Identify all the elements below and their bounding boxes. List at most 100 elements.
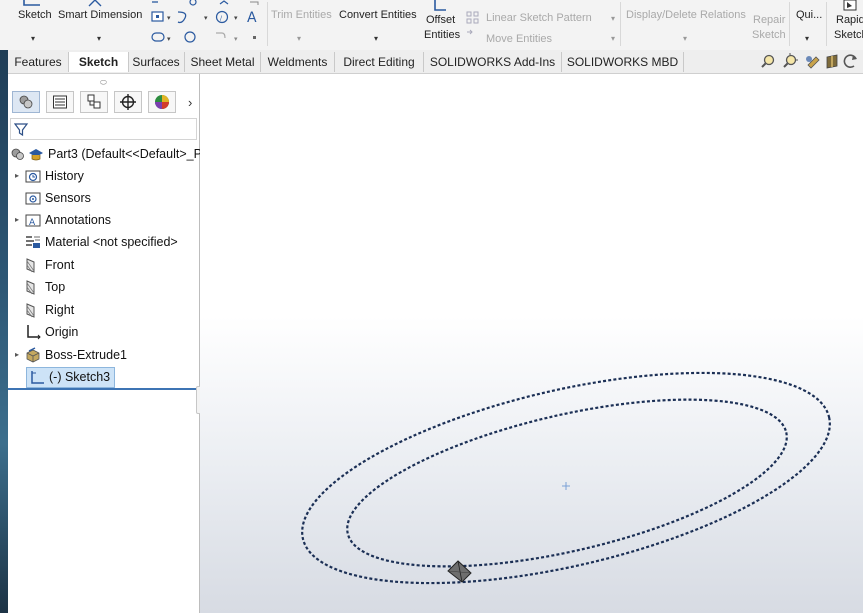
tree-item-material[interactable]: Material <not specified> [25, 232, 178, 252]
command-manager-ribbon: Sketch ▾ Smart Dimension ▾ ▾ ▾ / ▾ A ▾ ▾… [0, 0, 863, 51]
ribbon-separator [789, 2, 790, 46]
tree-item-label: Annotations [45, 213, 112, 227]
tree-item-history[interactable]: ▸ History [12, 166, 84, 186]
expand-arrow-icon[interactable]: ▸ [12, 210, 22, 230]
graphics-viewport[interactable] [200, 74, 863, 613]
sketch-canvas[interactable] [200, 74, 863, 613]
rotate-view-icon[interactable] [843, 54, 857, 68]
pattern-move-icons [466, 11, 479, 35]
property-list-icon [53, 95, 67, 109]
zoom-to-fit-icon[interactable] [761, 54, 775, 68]
sketch-button[interactable]: Sketch [18, 9, 52, 21]
rapid-sketch-button[interactable]: Rapid [836, 14, 863, 26]
tree-item-label: History [45, 169, 84, 183]
tree-root-part[interactable]: Part3 (Default<<Default>_P [10, 144, 202, 164]
tree-item-label: Front [45, 258, 75, 272]
tree-item-right-plane[interactable]: Right [25, 300, 74, 320]
tree-item-sketch3[interactable]: (-) Sketch3 [26, 367, 116, 388]
sensors-folder-icon [25, 192, 41, 205]
tree-item-label: (-) Sketch3 [49, 370, 111, 384]
sketch-icon [31, 370, 44, 384]
zoom-to-area-icon[interactable] [783, 53, 798, 68]
tree-item-top-plane[interactable]: Top [25, 277, 65, 297]
filter-funnel-icon [14, 123, 29, 137]
linear-sketch-pattern-button[interactable]: Linear Sketch Pattern [486, 12, 592, 24]
tree-item-label: Material <not specified> [45, 235, 178, 249]
tree-item-label: Top [45, 280, 66, 294]
smart-dimension-dropdown-icon[interactable]: ▾ [97, 34, 101, 43]
trim-entities-button[interactable]: Trim Entities [271, 9, 332, 21]
offset-entities-button[interactable]: Offset [426, 14, 455, 26]
crosshair-target-icon [120, 94, 136, 110]
offset-entities-label-2: Entities [424, 29, 461, 41]
view-tools [761, 53, 857, 69]
relations-dropdown-icon[interactable]: ▾ [683, 34, 687, 43]
svg-text:▾: ▾ [234, 14, 238, 22]
smart-dimension-button[interactable]: Smart Dimension [58, 9, 142, 21]
cursor-pointer-icon [447, 560, 472, 583]
tab-solidworks-mbd[interactable]: SOLIDWORKS MBD [562, 52, 684, 72]
repair-sketch-label-2: Sketch [752, 29, 786, 41]
tree-item-origin[interactable]: Origin [25, 322, 78, 342]
svg-text:▾: ▾ [167, 14, 171, 22]
extrude-feature-icon [26, 347, 40, 363]
ribbon-separator [620, 2, 621, 46]
tree-item-boss-extrude[interactable]: ▸ Boss-Extrude1 [12, 345, 127, 365]
expand-arrow-icon[interactable]: ▸ [12, 345, 22, 365]
move-dropdown-icon[interactable]: ▾ [611, 34, 615, 43]
trim-dropdown-icon[interactable]: ▾ [297, 34, 301, 43]
appearance-pie-icon [155, 95, 169, 109]
sketch-dropdown-icon[interactable]: ▾ [31, 34, 35, 43]
dimxpertmanager-tab[interactable] [114, 91, 142, 113]
desktop-background-strip [0, 50, 8, 613]
material-icon [26, 236, 40, 248]
convert-entities-button[interactable]: Convert Entities [339, 9, 417, 21]
svg-text:A: A [29, 218, 36, 228]
quick-snaps-dropdown-icon[interactable]: ▾ [805, 34, 809, 43]
tab-features[interactable]: Features [8, 52, 69, 72]
svg-text:▾: ▾ [204, 14, 208, 22]
expand-arrow-icon[interactable]: ▸ [12, 166, 22, 186]
displaymanager-tab[interactable] [148, 91, 176, 113]
previous-view-icon[interactable] [806, 56, 820, 69]
rapid-sketch-label-2: Sketch [834, 29, 863, 41]
sketch-tools-icons[interactable]: ▾ ▾ / ▾ A ▾ ▾ [150, 0, 270, 48]
tree-item-label: Right [45, 303, 75, 317]
history-folder-icon [25, 170, 41, 183]
tab-surfaces[interactable]: Surfaces [128, 52, 185, 72]
chevron-right-icon[interactable]: › [188, 95, 192, 110]
tree-item-front-plane[interactable]: Front [25, 255, 74, 275]
repair-sketch-button[interactable]: Repair [753, 14, 785, 26]
rapid-sketch-icon [843, 0, 857, 11]
tab-solidworks-add-ins[interactable]: SOLIDWORKS Add-Ins [424, 52, 562, 72]
ribbon-separator [267, 2, 268, 46]
tab-sketch[interactable]: Sketch [68, 52, 129, 72]
configuration-icon [87, 94, 101, 109]
origin-marker-icon [562, 482, 570, 490]
ribbon-separator [826, 2, 827, 46]
panel-grip-icon[interactable]: ⬭ [100, 78, 107, 88]
pattern-dropdown-icon[interactable]: ▾ [611, 14, 615, 23]
tab-direct-editing[interactable]: Direct Editing [335, 52, 424, 72]
move-entities-button[interactable]: Move Entities [486, 33, 552, 45]
featuremanager-tab[interactable] [12, 91, 40, 113]
feature-manager-panel: ⬭ › Part3 (Default<<Default>_P ▸ History… [8, 74, 202, 613]
rollback-bar[interactable] [8, 388, 199, 390]
svg-text:/: / [220, 15, 223, 22]
propertymanager-tab[interactable] [46, 91, 74, 113]
feature-tree-icon [19, 95, 33, 109]
tab-sheet-metal[interactable]: Sheet Metal [185, 52, 261, 72]
tab-weldments[interactable]: Weldments [261, 52, 335, 72]
origin-icon [27, 325, 41, 340]
section-view-icon[interactable] [826, 54, 838, 69]
sketch-inner-ellipse[interactable] [332, 366, 801, 600]
plane-icon [26, 303, 35, 318]
convert-dropdown-icon[interactable]: ▾ [374, 34, 378, 43]
display-delete-relations-button[interactable]: Display/Delete Relations [626, 9, 746, 21]
configurationmanager-tab[interactable] [80, 91, 108, 113]
sketch-icon [23, 0, 40, 6]
quick-snaps-button[interactable]: Qui... [796, 9, 822, 21]
tree-item-sensors[interactable]: Sensors [25, 188, 91, 208]
tree-item-annotations[interactable]: ▸ A Annotations [12, 210, 111, 230]
tree-filter-field[interactable] [10, 118, 197, 140]
